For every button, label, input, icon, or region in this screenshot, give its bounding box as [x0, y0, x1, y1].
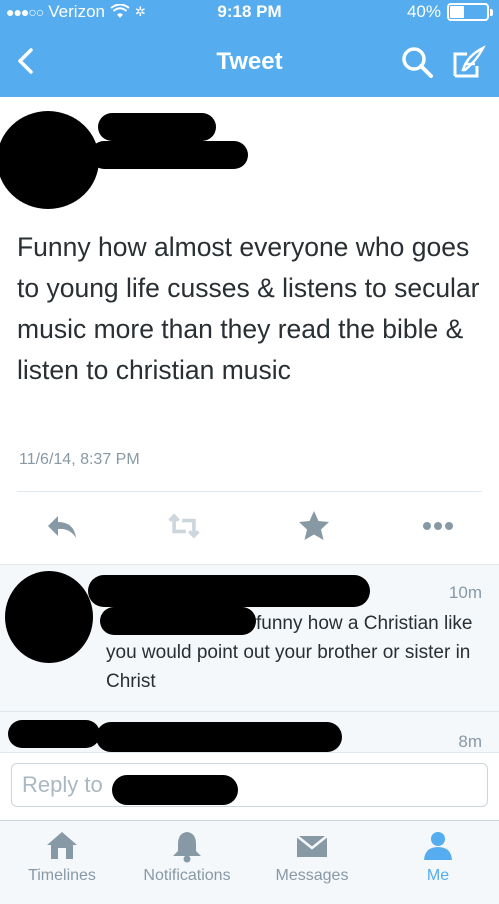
reply-time: 10m: [448, 583, 482, 602]
battery-group: 40%: [406, 2, 493, 22]
reply-tweet[interactable]: 8m: [0, 712, 499, 752]
redacted-handle: [90, 141, 248, 169]
header-bar: ●●●○○ Verizon ✲ 9:18 PM 40% Tweet: [0, 0, 499, 97]
tab-timelines[interactable]: Timelines: [2, 829, 122, 885]
tweet-text: Funny how almost everyone who goes to yo…: [17, 232, 480, 385]
more-icon[interactable]: [420, 508, 456, 544]
battery-icon: [447, 3, 493, 21]
divider: [17, 491, 482, 492]
reply-tweet[interactable]: 10m funny how a Christian like you would…: [0, 564, 499, 712]
tab-label: Notifications: [143, 867, 231, 884]
reply-avatar[interactable]: [5, 571, 93, 663]
compose-icon[interactable]: [451, 44, 487, 80]
tab-notifications[interactable]: Notifications: [127, 829, 247, 885]
redacted-name: [8, 720, 100, 748]
tab-label: Messages: [275, 867, 349, 884]
reply-input[interactable]: [11, 763, 488, 807]
retweet-icon[interactable]: [166, 508, 202, 544]
avatar[interactable]: [0, 111, 99, 209]
redacted-name: [98, 113, 216, 141]
tab-messages[interactable]: Messages: [252, 829, 372, 885]
reply-icon[interactable]: [44, 508, 80, 544]
bell-icon: [173, 832, 201, 863]
battery-percent: 40%: [406, 2, 441, 21]
tab-me[interactable]: Me: [378, 829, 498, 885]
reply-composer: [0, 752, 499, 820]
tab-label: Timelines: [28, 867, 96, 884]
reply-time: 8m: [458, 732, 482, 751]
redacted-handle: [96, 722, 342, 752]
tab-bar: Timelines Notifications Messages Me: [0, 820, 499, 904]
favorite-icon[interactable]: [296, 508, 332, 544]
tab-label: Me: [426, 867, 450, 884]
redacted-name: [88, 575, 370, 607]
search-icon[interactable]: [399, 44, 435, 80]
tweet-actions: [0, 502, 499, 552]
person-icon: [424, 832, 452, 860]
tweet-timestamp: 11/6/14, 8:37 PM: [19, 451, 140, 468]
envelope-icon: [296, 835, 328, 857]
reply-text: funny how a Christian like you would poi…: [106, 613, 473, 692]
main-tweet: Funny how almost everyone who goes to yo…: [0, 97, 499, 564]
home-icon: [47, 832, 77, 859]
status-bar: ●●●○○ Verizon ✲ 9:18 PM 40%: [0, 0, 499, 26]
nav-bar: Tweet: [0, 36, 499, 92]
redacted-handle: [112, 775, 238, 805]
